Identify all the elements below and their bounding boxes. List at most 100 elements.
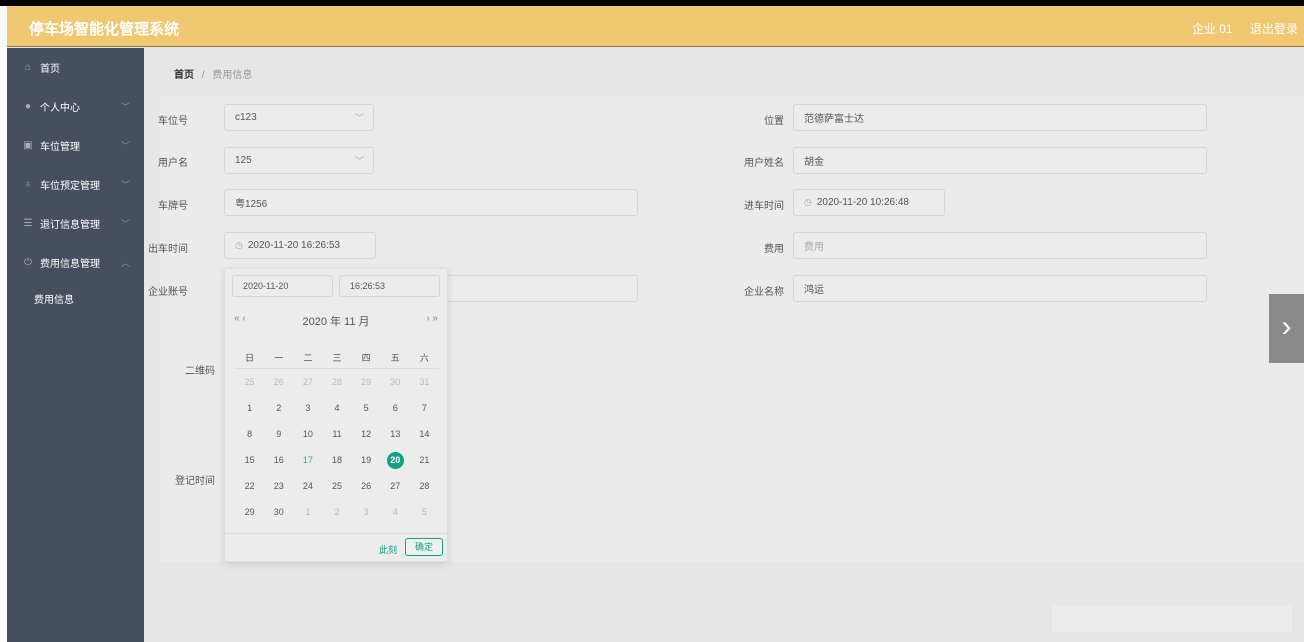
weekday-label: 六 xyxy=(419,353,429,363)
next-month-year-buttons[interactable]: › » xyxy=(426,313,438,324)
company-input[interactable]: 鸿运 xyxy=(793,275,1207,302)
background-window-edge xyxy=(0,6,7,642)
sidebar-item-fee-mgmt[interactable]: ⏻ 费用信息管理 ︿ xyxy=(7,243,144,282)
calendar-day[interactable]: 26 xyxy=(264,377,293,387)
sidebar-item-reservation[interactable]: ♁ 车位预定管理 ﹀ xyxy=(7,165,144,204)
day-number: 13 xyxy=(390,429,401,439)
calendar-day[interactable]: 18 xyxy=(322,455,351,465)
bottom-panel xyxy=(1052,606,1292,632)
sidebar-item-spot-mgmt[interactable]: ▣ 车位管理 ﹀ xyxy=(7,126,144,165)
fee-label: 费用 xyxy=(764,244,784,255)
day-number: 6 xyxy=(392,403,398,413)
day-number: 3 xyxy=(363,507,369,517)
calendar-day[interactable]: 10 xyxy=(293,429,322,439)
app-header: 停车场智能化管理系统 企业 01 退出登录 xyxy=(7,6,1304,47)
confirm-button[interactable]: 确定 xyxy=(405,538,443,556)
calendar-day[interactable]: 11 xyxy=(322,429,351,439)
logout-link[interactable]: 退出登录 xyxy=(1250,22,1298,36)
username-label: 用户名 xyxy=(158,158,188,169)
calendar-day[interactable]: 12 xyxy=(352,429,381,439)
calendar-day[interactable]: 15 xyxy=(235,455,264,465)
chevron-down-icon: ﹀ xyxy=(120,219,130,229)
sidebar-item-cancellation[interactable]: ☰ 退订信息管理 ﹀ xyxy=(7,204,144,243)
calendar-day[interactable]: 30 xyxy=(381,377,410,387)
location-label: 位置 xyxy=(764,116,784,127)
calendar-day[interactable]: 28 xyxy=(410,481,439,491)
day-number: 19 xyxy=(361,455,372,465)
calendar-day[interactable]: 13 xyxy=(381,429,410,439)
sidebar-item-label: 费用信息管理 xyxy=(40,259,100,270)
sidebar-item-label: 车位预定管理 xyxy=(40,181,100,192)
calendar-week: 22 23 24 25 26 27 28 xyxy=(235,473,439,499)
calendar-day[interactable]: 19 xyxy=(352,455,381,465)
calendar-week: 15 16 17 18 19 20 21 xyxy=(235,447,439,473)
sidebar-item-profile[interactable]: ● 个人中心 ﹀ xyxy=(7,87,144,126)
day-number: 29 xyxy=(244,507,255,517)
day-number: 16 xyxy=(273,455,284,465)
day-number: 7 xyxy=(421,403,427,413)
day-number: 27 xyxy=(390,481,401,491)
calendar-day[interactable]: 3 xyxy=(293,403,322,413)
calendar-day[interactable]: 16 xyxy=(264,455,293,465)
picker-time-input[interactable]: 16:26:53 xyxy=(339,275,440,297)
calendar-day[interactable]: 7 xyxy=(410,403,439,413)
calendar-day[interactable]: 29 xyxy=(235,507,264,517)
breadcrumb-home[interactable]: 首页 xyxy=(174,70,194,81)
calendar-grid: 日一二三四五六 25 26 27 28 29 30 31 1 2 3 4 5 6 7 8 9 10 11 12 13 14… xyxy=(235,347,439,525)
calendar-day[interactable]: 30 xyxy=(264,507,293,517)
calendar-day[interactable]: 27 xyxy=(381,481,410,491)
sidebar-item-label: 退订信息管理 xyxy=(40,220,100,231)
calendar-day[interactable]: 8 xyxy=(235,429,264,439)
calendar-day[interactable]: 6 xyxy=(381,403,410,413)
calendar-day[interactable]: 3 xyxy=(352,507,381,517)
now-button[interactable]: 此刻 xyxy=(379,543,397,556)
calendar-day[interactable]: 24 xyxy=(293,481,322,491)
calendar-day[interactable]: 31 xyxy=(410,377,439,387)
day-number: 28 xyxy=(419,481,430,491)
day-number: 18 xyxy=(331,455,342,465)
calendar-day[interactable]: 26 xyxy=(352,481,381,491)
calendar-day[interactable]: 22 xyxy=(235,481,264,491)
calendar-day[interactable]: 29 xyxy=(352,377,381,387)
calendar-day[interactable]: 17 xyxy=(293,455,322,465)
in-time-input[interactable]: ◷ 2020-11-20 10:26:48 xyxy=(793,189,945,216)
username-value: 125 xyxy=(235,155,252,166)
calendar-day[interactable]: 1 xyxy=(235,403,264,413)
calendar-day[interactable]: 27 xyxy=(293,377,322,387)
calendar-day[interactable]: 2 xyxy=(322,507,351,517)
spot-label: 车位号 xyxy=(158,116,188,127)
calendar-day[interactable]: 20 xyxy=(381,451,410,469)
sidebar-item-home[interactable]: ⌂ 首页 xyxy=(7,48,144,87)
fee-input[interactable]: 费用 xyxy=(793,232,1207,259)
sidebar-item-label: 车位管理 xyxy=(40,142,80,153)
calendar-day[interactable]: 1 xyxy=(293,507,322,517)
sidebar-subitem-fee-info[interactable]: 费用信息 xyxy=(7,282,144,314)
clock-icon: ◷ xyxy=(235,240,243,250)
app-title: 停车场智能化管理系统 xyxy=(29,21,180,38)
calendar-day[interactable]: 5 xyxy=(410,507,439,517)
day-number: 25 xyxy=(244,377,255,387)
calendar-day[interactable]: 21 xyxy=(410,455,439,465)
calendar-day[interactable]: 25 xyxy=(322,481,351,491)
calendar-day[interactable]: 25 xyxy=(235,377,264,387)
picker-date-input[interactable]: 2020-11-20 xyxy=(232,275,333,297)
calendar-day[interactable]: 4 xyxy=(381,507,410,517)
day-number: 8 xyxy=(247,429,253,439)
home-icon: ⌂ xyxy=(24,62,32,73)
chevron-right-icon[interactable]: › xyxy=(1269,294,1304,363)
calendar-day[interactable]: 9 xyxy=(264,429,293,439)
calendar-day[interactable]: 14 xyxy=(410,429,439,439)
calendar-day[interactable]: 4 xyxy=(322,403,351,413)
out-time-input[interactable]: ◷ 2020-11-20 16:26:53 xyxy=(224,232,376,259)
calendar-day[interactable]: 28 xyxy=(322,377,351,387)
calendar-day[interactable]: 2 xyxy=(264,403,293,413)
day-number: 4 xyxy=(392,507,398,517)
calendar-day[interactable]: 23 xyxy=(264,481,293,491)
username-select[interactable]: 125 ﹀ xyxy=(224,147,374,174)
plate-input[interactable]: 粤1256 xyxy=(224,189,638,216)
day-number: 14 xyxy=(419,429,430,439)
spot-select[interactable]: c123 ﹀ xyxy=(224,104,374,131)
calendar-day[interactable]: 5 xyxy=(352,403,381,413)
realname-input[interactable]: 胡金 xyxy=(793,147,1207,174)
location-input[interactable]: 范德萨富士达 xyxy=(793,104,1207,131)
